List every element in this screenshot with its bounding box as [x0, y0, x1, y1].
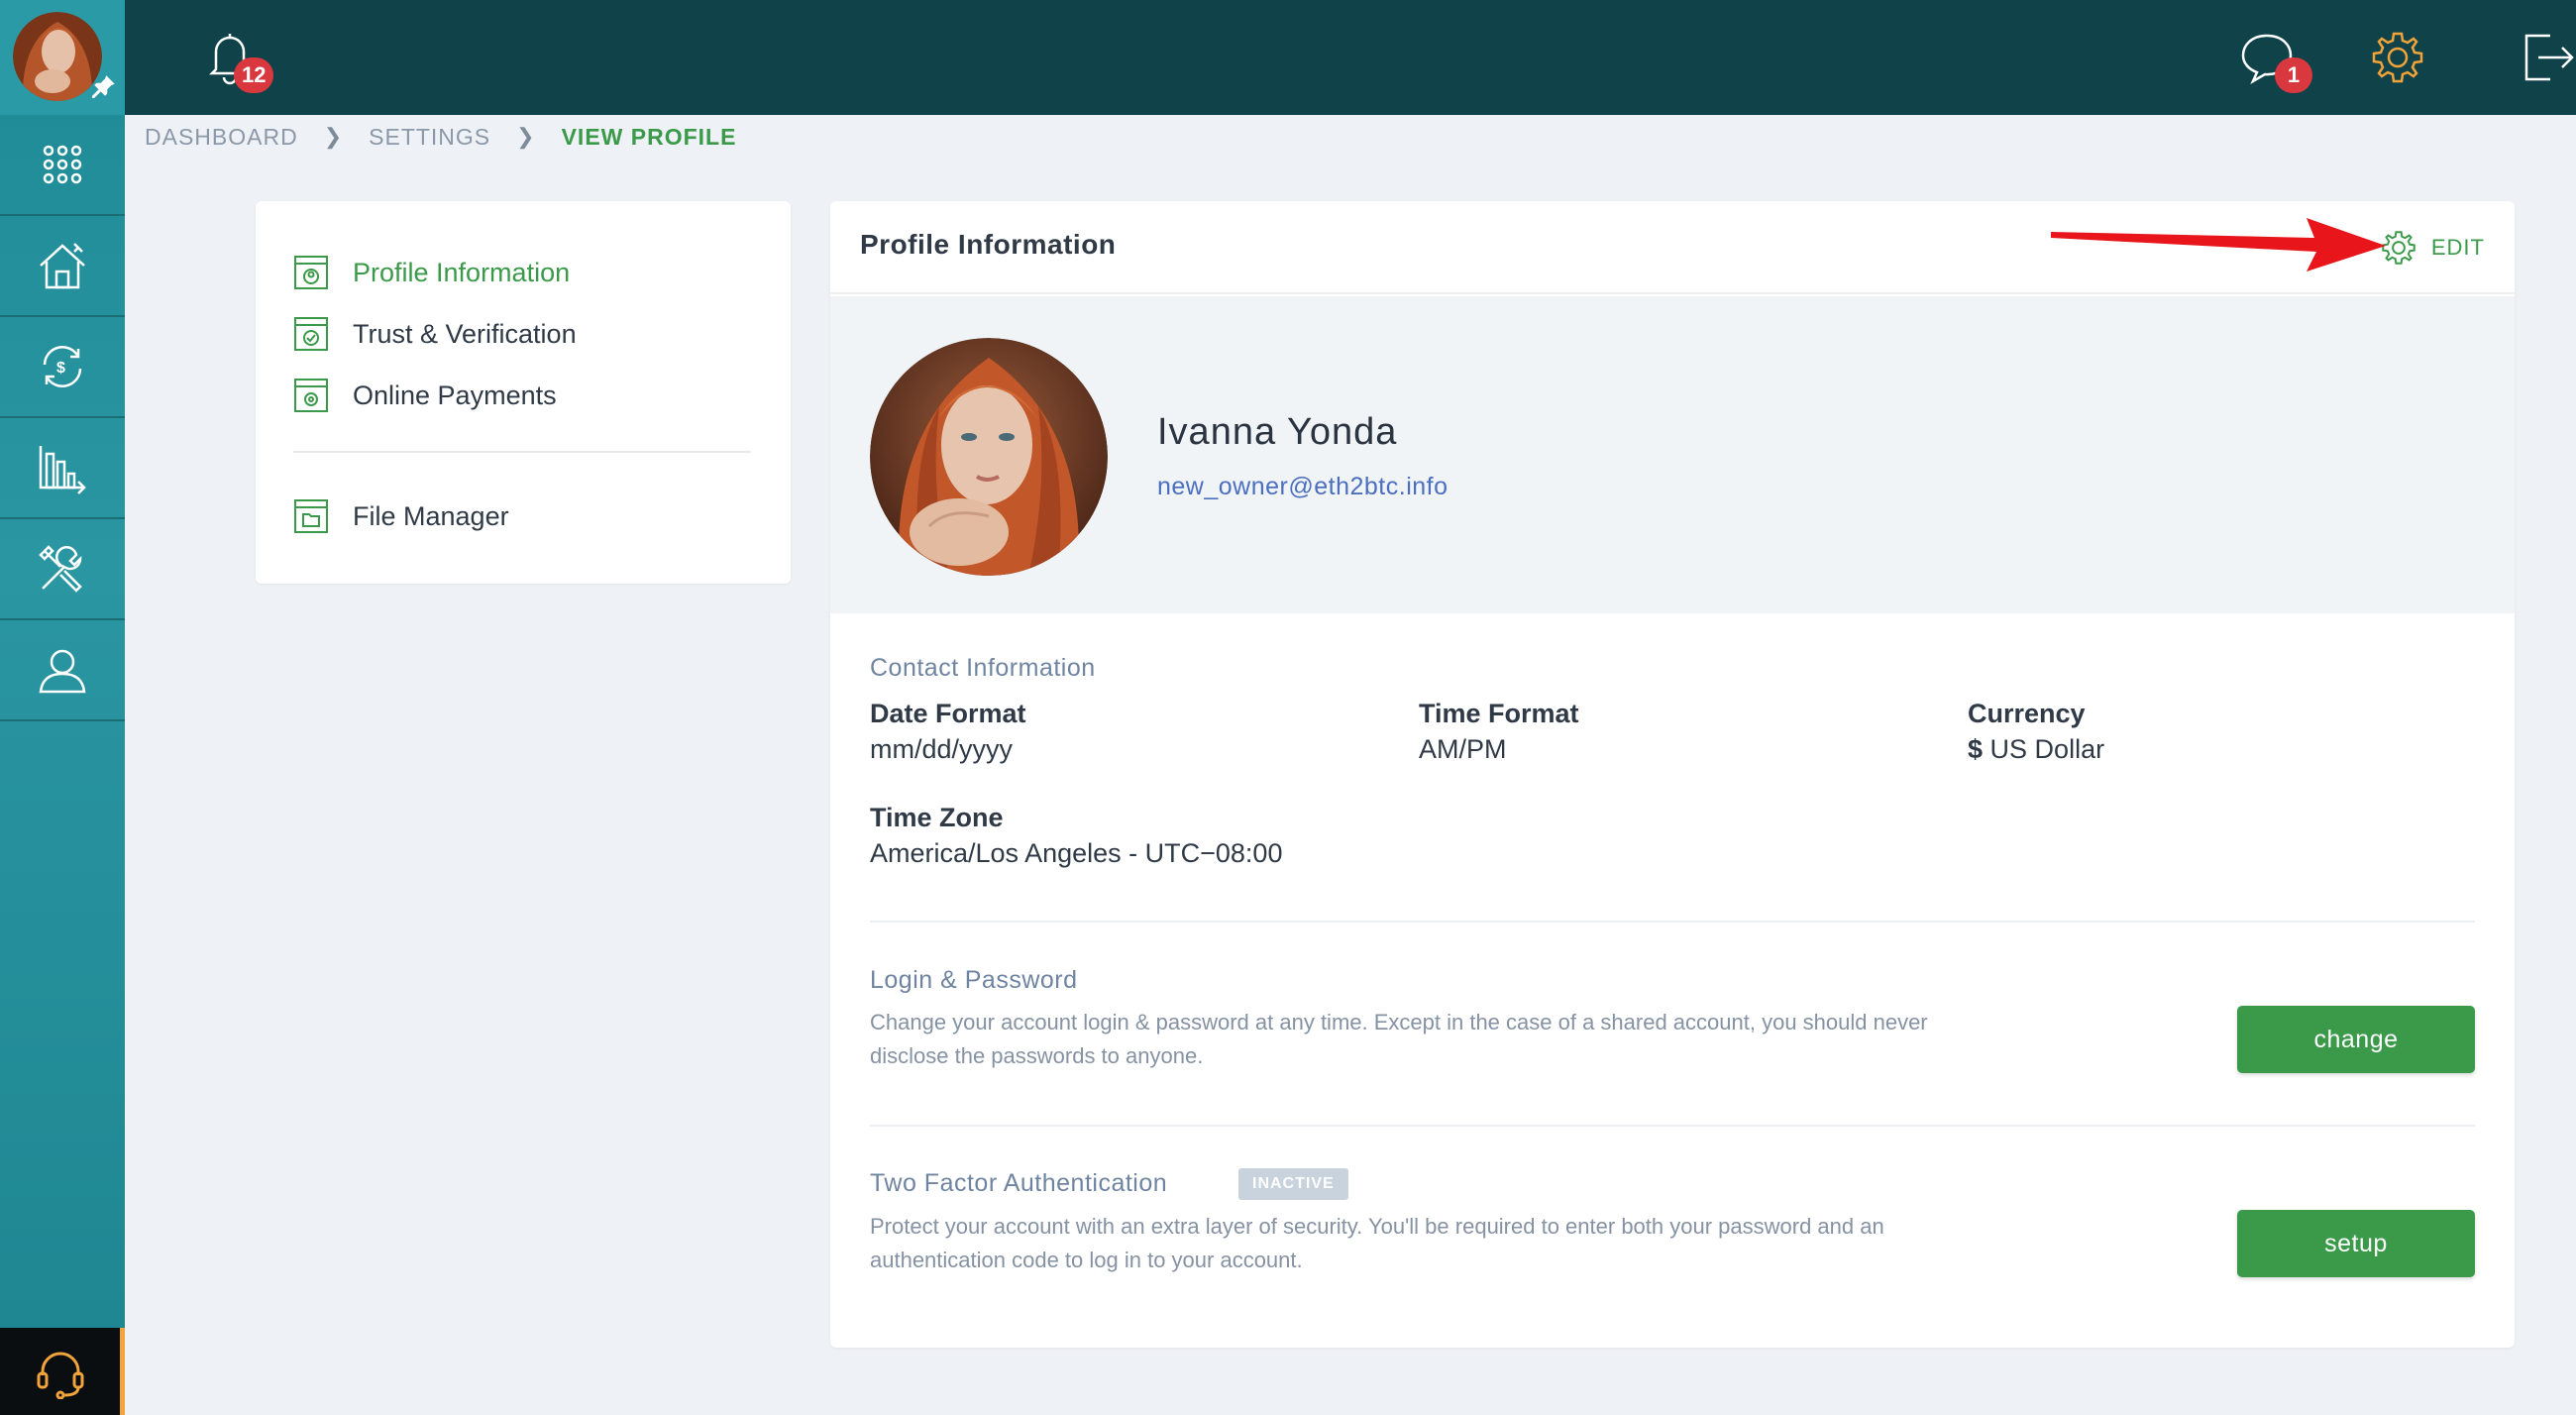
login-section-title: Login & Password	[870, 966, 1078, 994]
menu-label: File Manager	[353, 500, 509, 531]
gear-window-icon	[294, 379, 328, 412]
home-key-icon	[40, 243, 85, 289]
section-divider	[870, 1125, 2475, 1127]
notifications-button[interactable]: 12	[198, 26, 274, 93]
pin-icon[interactable]	[91, 73, 117, 99]
sidebar-item-reports[interactable]	[0, 418, 125, 519]
setup-2fa-button[interactable]: setup	[2237, 1210, 2475, 1277]
date-format-label: Date Format	[870, 699, 1026, 728]
sidebar-item-tools[interactable]	[0, 519, 125, 620]
check-window-icon	[294, 317, 328, 351]
menu-item-profile-information[interactable]: Profile Information	[293, 253, 570, 292]
change-password-button[interactable]: change	[2237, 1006, 2475, 1073]
annotation-arrow-icon	[2051, 218, 2386, 272]
section-divider	[870, 921, 2475, 923]
folder-window-icon	[294, 499, 328, 533]
top-bar: 12 1	[125, 0, 2576, 115]
profile-card: Profile Information EDIT Ivanna Yonda ne…	[830, 201, 2515, 1348]
currency-symbol: $	[1968, 734, 1984, 764]
menu-divider	[293, 451, 751, 453]
logout-icon	[2524, 34, 2574, 81]
chevron-right-icon: ❯	[323, 124, 344, 149]
breadcrumb-settings[interactable]: SETTINGS	[369, 124, 490, 151]
contact-section-title: Contact Information	[870, 654, 1096, 682]
bar-chart-icon	[39, 446, 86, 494]
status-badge: INACTIVE	[1238, 1168, 1348, 1200]
edit-button[interactable]: EDIT	[2378, 227, 2485, 269]
support-button[interactable]	[0, 1328, 125, 1415]
breadcrumb-dashboard[interactable]: DASHBOARD	[145, 124, 298, 151]
chevron-right-icon: ❯	[516, 124, 536, 149]
menu-item-trust-verification[interactable]: Trust & Verification	[293, 314, 577, 354]
notifications-badge: 12	[234, 57, 274, 93]
currency-exchange-icon: $	[43, 346, 82, 387]
sidebar-item-finance[interactable]: $	[0, 317, 125, 418]
currency-label: Currency	[1968, 699, 2086, 728]
sidebar: $	[0, 0, 125, 1415]
time-zone-value: America/Los Angeles - UTC−08:00	[870, 838, 1283, 868]
two-factor-section-title: Two Factor Authentication	[870, 1169, 1168, 1197]
headset-icon	[37, 1352, 83, 1399]
sidebar-item-profile[interactable]	[0, 620, 125, 721]
sidebar-item-apps[interactable]	[0, 115, 125, 216]
breadcrumb: DASHBOARD ❯ SETTINGS ❯ VIEW PROFILE	[145, 117, 736, 157]
menu-item-online-payments[interactable]: Online Payments	[293, 376, 557, 415]
menu-label: Trust & Verification	[353, 318, 577, 349]
sidebar-item-properties[interactable]	[0, 216, 125, 317]
currency-name: US Dollar	[1989, 734, 2105, 764]
time-format-value: AM/PM	[1419, 734, 1507, 764]
time-format-label: Time Format	[1419, 699, 1579, 728]
settings-button[interactable]	[2366, 26, 2429, 89]
edit-label: EDIT	[2430, 235, 2485, 260]
svg-text:$: $	[56, 360, 65, 377]
messages-button[interactable]: 1	[2235, 26, 2312, 93]
profile-summary: Ivanna Yonda new_owner@eth2btc.info	[830, 296, 2515, 613]
card-title: Profile Information	[860, 229, 1117, 260]
currency-value: $ US Dollar	[1968, 734, 2104, 765]
messages-badge: 1	[2275, 57, 2312, 93]
profile-email[interactable]: new_owner@eth2btc.info	[1157, 473, 1449, 501]
avatar[interactable]	[13, 12, 102, 101]
tools-icon	[39, 545, 82, 593]
gear-icon	[2372, 32, 2423, 83]
apps-grid-icon	[43, 145, 82, 184]
profile-photo	[870, 338, 1108, 576]
profile-name: Ivanna Yonda	[1157, 411, 1398, 453]
time-zone-label: Time Zone	[870, 803, 1004, 832]
login-description: Change your account login & password at …	[870, 1010, 1928, 1068]
logout-button[interactable]	[2515, 26, 2576, 89]
profile-window-icon	[294, 256, 328, 289]
date-format-value: mm/dd/yyyy	[870, 734, 1014, 764]
user-avatar[interactable]	[0, 0, 125, 115]
user-icon	[39, 649, 86, 694]
menu-label: Profile Information	[353, 257, 571, 287]
breadcrumb-view-profile: VIEW PROFILE	[561, 123, 737, 150]
menu-item-file-manager[interactable]: File Manager	[293, 496, 509, 536]
menu-label: Online Payments	[353, 380, 557, 410]
two-factor-description: Protect your account with an extra layer…	[870, 1214, 1884, 1272]
settings-menu: Profile Information Trust & Verification…	[256, 201, 791, 584]
